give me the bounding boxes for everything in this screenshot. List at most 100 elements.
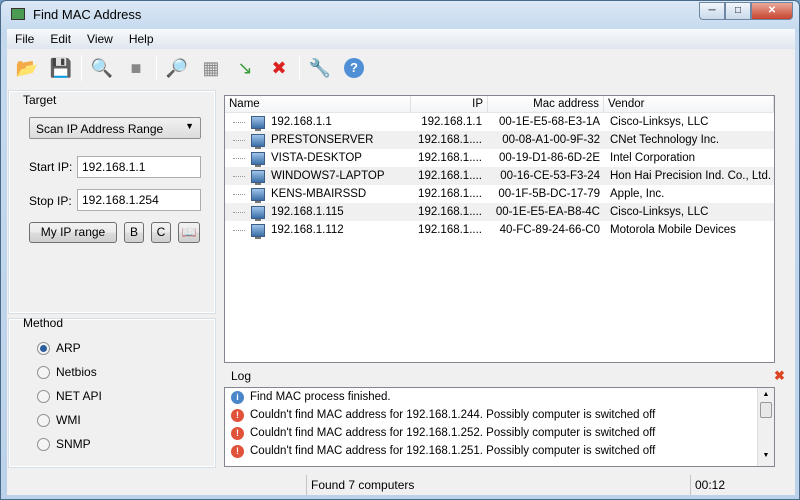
table-row[interactable]: WINDOWS7-LAPTOP 192.168.1.... 00-16-CE-53-… <box>225 167 774 185</box>
target-label: Target <box>23 93 57 107</box>
info-icon: i <box>231 390 244 404</box>
cell-ip: 192.168.1.... <box>418 134 482 146</box>
computer-icon <box>251 205 265 221</box>
method-label: Method <box>23 316 64 330</box>
radio-label: NET API <box>56 389 102 403</box>
class-c-button[interactable]: C <box>151 222 171 243</box>
computer-icon <box>251 115 265 131</box>
status-time: 00:12 <box>695 478 726 492</box>
toolbar: 📂 💾 🔍 ■ 🔎 ▦ ↘ ✖ 🔧 ? <box>7 50 795 86</box>
find-icon[interactable]: 🔎 <box>163 54 191 82</box>
method-netapi-radio[interactable]: NET API <box>37 389 102 403</box>
columns-icon[interactable]: ▦ <box>197 54 225 82</box>
cell-mac: 00-08-A1-00-9F-32 <box>502 134 600 146</box>
computer-icon <box>251 151 265 167</box>
scan-mode-value: Scan IP Address Range <box>36 122 164 136</box>
tree-line <box>233 175 245 177</box>
method-snmp-radio[interactable]: SNMP <box>37 437 91 451</box>
toolbar-separator <box>299 55 300 81</box>
help-icon[interactable]: ? <box>340 54 368 82</box>
toolbar-separator <box>81 55 82 81</box>
method-wmi-radio[interactable]: WMI <box>37 413 81 427</box>
book-icon[interactable]: 📖 <box>178 222 200 243</box>
radio-label: SNMP <box>56 437 91 451</box>
column-header-vendor[interactable]: Vendor <box>604 96 774 112</box>
app-icon <box>11 8 25 20</box>
cell-mac: 40-FC-89-24-66-C0 <box>499 224 600 236</box>
log-entry: ! Couldn't find MAC address for 192.168.1… <box>225 406 774 424</box>
open-icon[interactable]: 📂 <box>13 54 41 82</box>
cell-mac: 00-19-D1-86-6D-2E <box>499 152 600 164</box>
tree-line <box>233 139 245 141</box>
log-entry: ! Couldn't find MAC address for 192.168.1… <box>225 442 774 460</box>
close-log-icon[interactable]: ✖ <box>774 368 785 384</box>
stop-scan-icon[interactable]: ■ <box>122 54 150 82</box>
cell-ip: 192.168.1.... <box>418 206 482 218</box>
cell-name: 192.168.1.1 <box>271 116 332 128</box>
status-empty <box>7 475 307 495</box>
cell-name: PRESTONSERVER <box>271 134 374 146</box>
column-header-mac[interactable]: Mac address <box>488 96 604 112</box>
list-header: Name IP Mac address Vendor <box>225 96 774 113</box>
menu-file[interactable]: File <box>7 29 42 49</box>
stop-ip-input[interactable] <box>77 189 201 211</box>
menu-help[interactable]: Help <box>121 29 162 49</box>
start-ip-input[interactable] <box>77 156 201 178</box>
cell-mac: 00-1F-5B-DC-17-79 <box>498 188 600 200</box>
cell-ip: 192.168.1.... <box>418 170 482 182</box>
radio-indicator <box>37 437 50 451</box>
log-list: i Find MAC process finished.! Couldn't fin… <box>224 387 775 467</box>
column-header-name[interactable]: Name <box>225 96 411 112</box>
radio-label: Netbios <box>56 365 97 379</box>
method-netbios-radio[interactable]: Netbios <box>37 365 97 379</box>
menu-bar: File Edit View Help <box>7 29 795 49</box>
table-row[interactable]: 192.168.1.115 192.168.1.... 00-1E-E5-EA-B8… <box>225 203 774 221</box>
computer-icon <box>251 169 265 185</box>
cell-name: VISTA-DESKTOP <box>271 152 362 164</box>
maximize-button[interactable]: □ <box>725 2 751 20</box>
cell-name: KENS-MBAIRSSD <box>271 188 367 200</box>
start-ip-label: Start IP: <box>29 160 73 174</box>
computer-icon <box>251 223 265 239</box>
radio-indicator <box>37 365 50 379</box>
table-row[interactable]: VISTA-DESKTOP 192.168.1.... 00-19-D1-86-6D… <box>225 149 774 167</box>
log-entry: ! Couldn't find MAC address for 192.168.1… <box>225 424 774 442</box>
log-text: Couldn't find MAC address for 192.168.1.… <box>250 445 656 457</box>
table-row[interactable]: 192.168.1.1 192.168.1.1 00-1E-E5-68-E3-1A C… <box>225 113 774 131</box>
my-ip-range-button[interactable]: My IP range <box>29 222 117 243</box>
minimize-button[interactable]: ─ <box>699 2 725 20</box>
save-icon[interactable]: 💾 <box>47 54 75 82</box>
scroll-thumb[interactable] <box>760 402 772 418</box>
results-list[interactable]: Name IP Mac address Vendor 192.168.1.1 19… <box>224 95 775 363</box>
error-icon: ! <box>231 426 244 440</box>
export-icon[interactable]: ↘ <box>231 54 259 82</box>
cell-vendor: Cisco-Linksys, LLC <box>610 116 709 128</box>
radio-indicator <box>37 413 50 427</box>
tree-line <box>233 121 245 123</box>
menu-edit[interactable]: Edit <box>42 29 79 49</box>
computer-icon <box>251 187 265 203</box>
radio-label: WMI <box>56 413 81 427</box>
table-row[interactable]: PRESTONSERVER 192.168.1.... 00-08-A1-00-9F… <box>225 131 774 149</box>
close-button[interactable]: ✕ <box>751 2 793 20</box>
cell-ip: 192.168.1.... <box>418 188 482 200</box>
options-icon[interactable]: 🔧 <box>306 54 334 82</box>
scroll-down-icon[interactable]: ▼ <box>758 452 774 459</box>
column-header-ip[interactable]: IP <box>411 96 488 112</box>
table-row[interactable]: KENS-MBAIRSSD 192.168.1.... 00-1F-5B-DC-17… <box>225 185 774 203</box>
cell-ip: 192.168.1.... <box>418 152 482 164</box>
log-text: Couldn't find MAC address for 192.168.1.… <box>250 427 656 439</box>
status-found: Found 7 computers <box>307 475 691 495</box>
log-scrollbar[interactable]: ▲ ▼ <box>757 388 774 466</box>
computer-icon <box>251 133 265 149</box>
menu-view[interactable]: View <box>79 29 121 49</box>
method-arp-radio[interactable]: ARP <box>37 341 81 355</box>
class-b-button[interactable]: B <box>124 222 144 243</box>
clear-icon[interactable]: ✖ <box>265 54 293 82</box>
cell-mac: 00-1E-E5-68-E3-1A <box>499 116 600 128</box>
start-scan-icon[interactable]: 🔍 <box>88 54 116 82</box>
tree-line <box>233 229 245 231</box>
table-row[interactable]: 192.168.1.112 192.168.1.... 40-FC-89-24-66… <box>225 221 774 239</box>
scroll-up-icon[interactable]: ▲ <box>758 391 774 398</box>
scan-mode-dropdown[interactable]: Scan IP Address Range ▼ <box>29 117 201 139</box>
